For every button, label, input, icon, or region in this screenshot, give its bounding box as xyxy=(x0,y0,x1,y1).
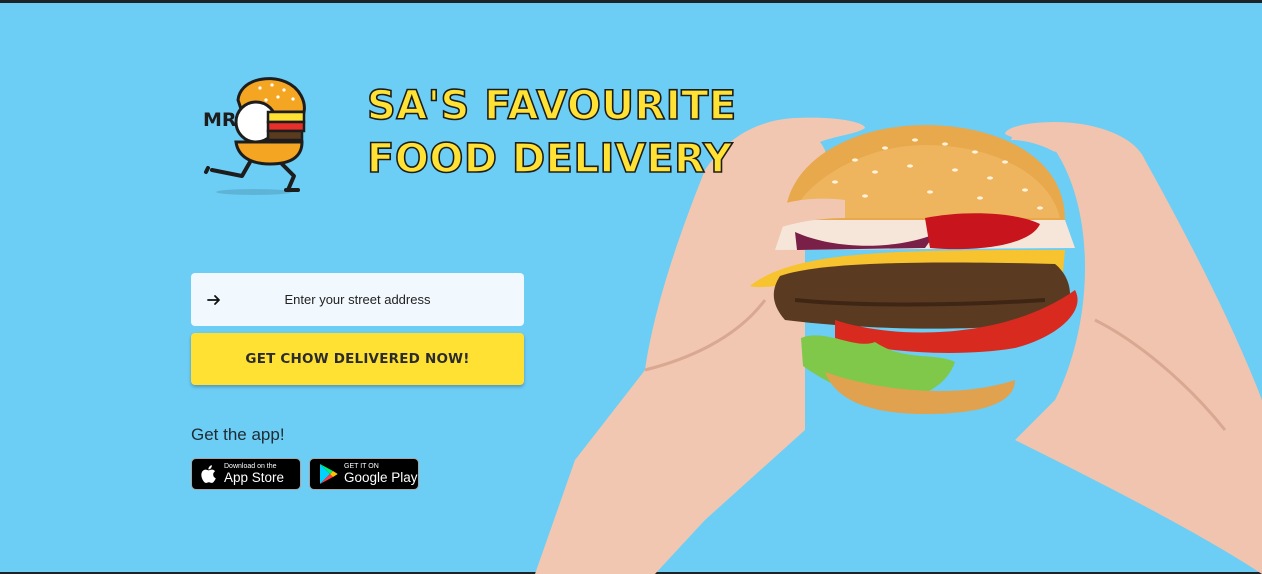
street-address-input[interactable] xyxy=(191,272,524,327)
arrow-right-icon xyxy=(207,295,220,305)
headline-line-1: SA'S FAVOURITE xyxy=(366,82,737,130)
google-play-icon xyxy=(320,464,338,484)
svg-text:MR: MR xyxy=(203,109,237,131)
app-store-small-text: Download on the xyxy=(224,463,277,471)
address-field[interactable] xyxy=(191,272,524,327)
app-store-badge[interactable]: Download on the App Store xyxy=(191,458,301,490)
app-store-big-text: App Store xyxy=(224,470,285,486)
google-play-badge[interactable]: GET IT ON Google Play xyxy=(309,458,419,490)
google-play-small-text: GET IT ON xyxy=(344,463,379,471)
headline-line-2: FOOD DELIVERY xyxy=(366,135,733,183)
get-app-heading: Get the app! xyxy=(191,425,285,444)
mr-burger-logo[interactable]: MR xyxy=(198,72,310,198)
get-chow-delivered-button[interactable]: GET CHOW DELIVERED NOW! xyxy=(191,333,524,385)
top-border xyxy=(0,0,1262,3)
apple-icon xyxy=(201,465,216,483)
headline: SA'S FAVOURITE FOOD DELIVERY xyxy=(366,80,737,186)
google-play-big-text: Google Play xyxy=(344,470,418,486)
